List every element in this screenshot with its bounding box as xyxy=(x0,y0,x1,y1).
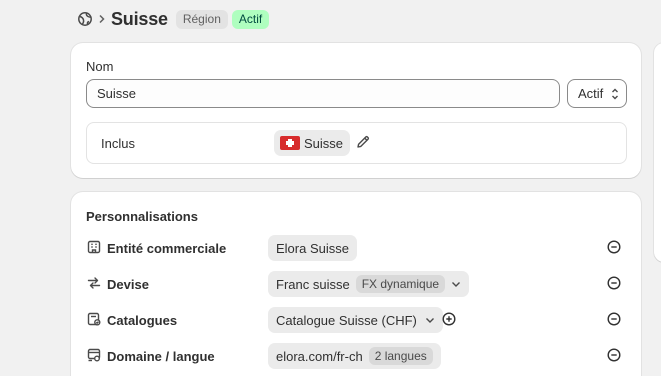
customization-row-catalogs: Catalogues Catalogue Suisse (CHF) xyxy=(86,307,627,333)
included-label: Inclus xyxy=(101,136,135,151)
customization-row-business-entity: Entité commerciale Elora Suisse xyxy=(86,235,627,261)
status-select[interactable]: Actif xyxy=(567,79,627,108)
currency-exchange-icon xyxy=(87,276,103,292)
globe-icon[interactable] xyxy=(76,10,94,28)
row-label: Devise xyxy=(107,277,149,292)
included-countries-box: Inclus Suisse xyxy=(86,122,627,164)
languages-tag: 2 langues xyxy=(368,347,433,365)
page-header: Suisse Région Actif xyxy=(76,8,270,30)
name-label: Nom xyxy=(86,59,114,74)
edit-pencil-icon[interactable] xyxy=(355,134,373,152)
customization-row-currency: Devise Franc suisse FX dynamique xyxy=(86,271,627,297)
status-badge: Actif xyxy=(231,9,270,29)
chip-text: Catalogue Suisse (CHF) xyxy=(276,312,417,328)
country-chip-label: Suisse xyxy=(304,135,344,151)
region-type-badge: Région xyxy=(175,9,228,29)
breadcrumb-chevron-icon xyxy=(98,14,106,24)
chevron-down-icon xyxy=(451,280,461,288)
page-title: Suisse xyxy=(111,8,168,29)
select-chevrons-icon xyxy=(610,87,620,104)
business-entity-value[interactable]: Elora Suisse xyxy=(268,235,357,261)
customizations-title: Personnalisations xyxy=(86,209,198,224)
customizations-card: Personnalisations Entité commerciale Elo… xyxy=(71,192,641,376)
fx-tag: FX dynamique xyxy=(355,275,446,293)
chevron-down-icon xyxy=(425,316,435,324)
chip-text: Elora Suisse xyxy=(276,240,349,256)
catalog-icon xyxy=(87,312,103,328)
domain-icon xyxy=(87,348,103,364)
currency-select[interactable]: Franc suisse FX dynamique xyxy=(268,271,470,297)
catalog-select[interactable]: Catalogue Suisse (CHF) xyxy=(268,307,443,333)
name-input[interactable] xyxy=(86,79,560,108)
domain-select[interactable]: elora.com/fr-ch 2 langues xyxy=(268,343,441,369)
country-chip: Suisse xyxy=(274,130,351,156)
side-panel-card xyxy=(654,43,661,262)
chip-text: Franc suisse xyxy=(276,276,350,292)
add-circle-icon[interactable] xyxy=(442,312,458,328)
row-label: Entité commerciale xyxy=(107,241,227,256)
remove-circle-icon[interactable] xyxy=(607,348,623,364)
customization-row-domain-language: Domaine / langue elora.com/fr-ch 2 langu… xyxy=(86,343,627,369)
chip-text: elora.com/fr-ch xyxy=(276,348,363,364)
swiss-flag-icon xyxy=(280,136,300,150)
building-icon xyxy=(87,240,103,256)
remove-circle-icon[interactable] xyxy=(607,312,623,328)
row-label: Domaine / langue xyxy=(107,349,215,364)
remove-circle-icon[interactable] xyxy=(607,276,623,292)
remove-circle-icon[interactable] xyxy=(607,240,623,256)
status-select-value: Actif xyxy=(578,86,604,101)
row-label: Catalogues xyxy=(107,313,178,328)
general-card: Nom Actif Inclus Suisse xyxy=(71,43,641,178)
